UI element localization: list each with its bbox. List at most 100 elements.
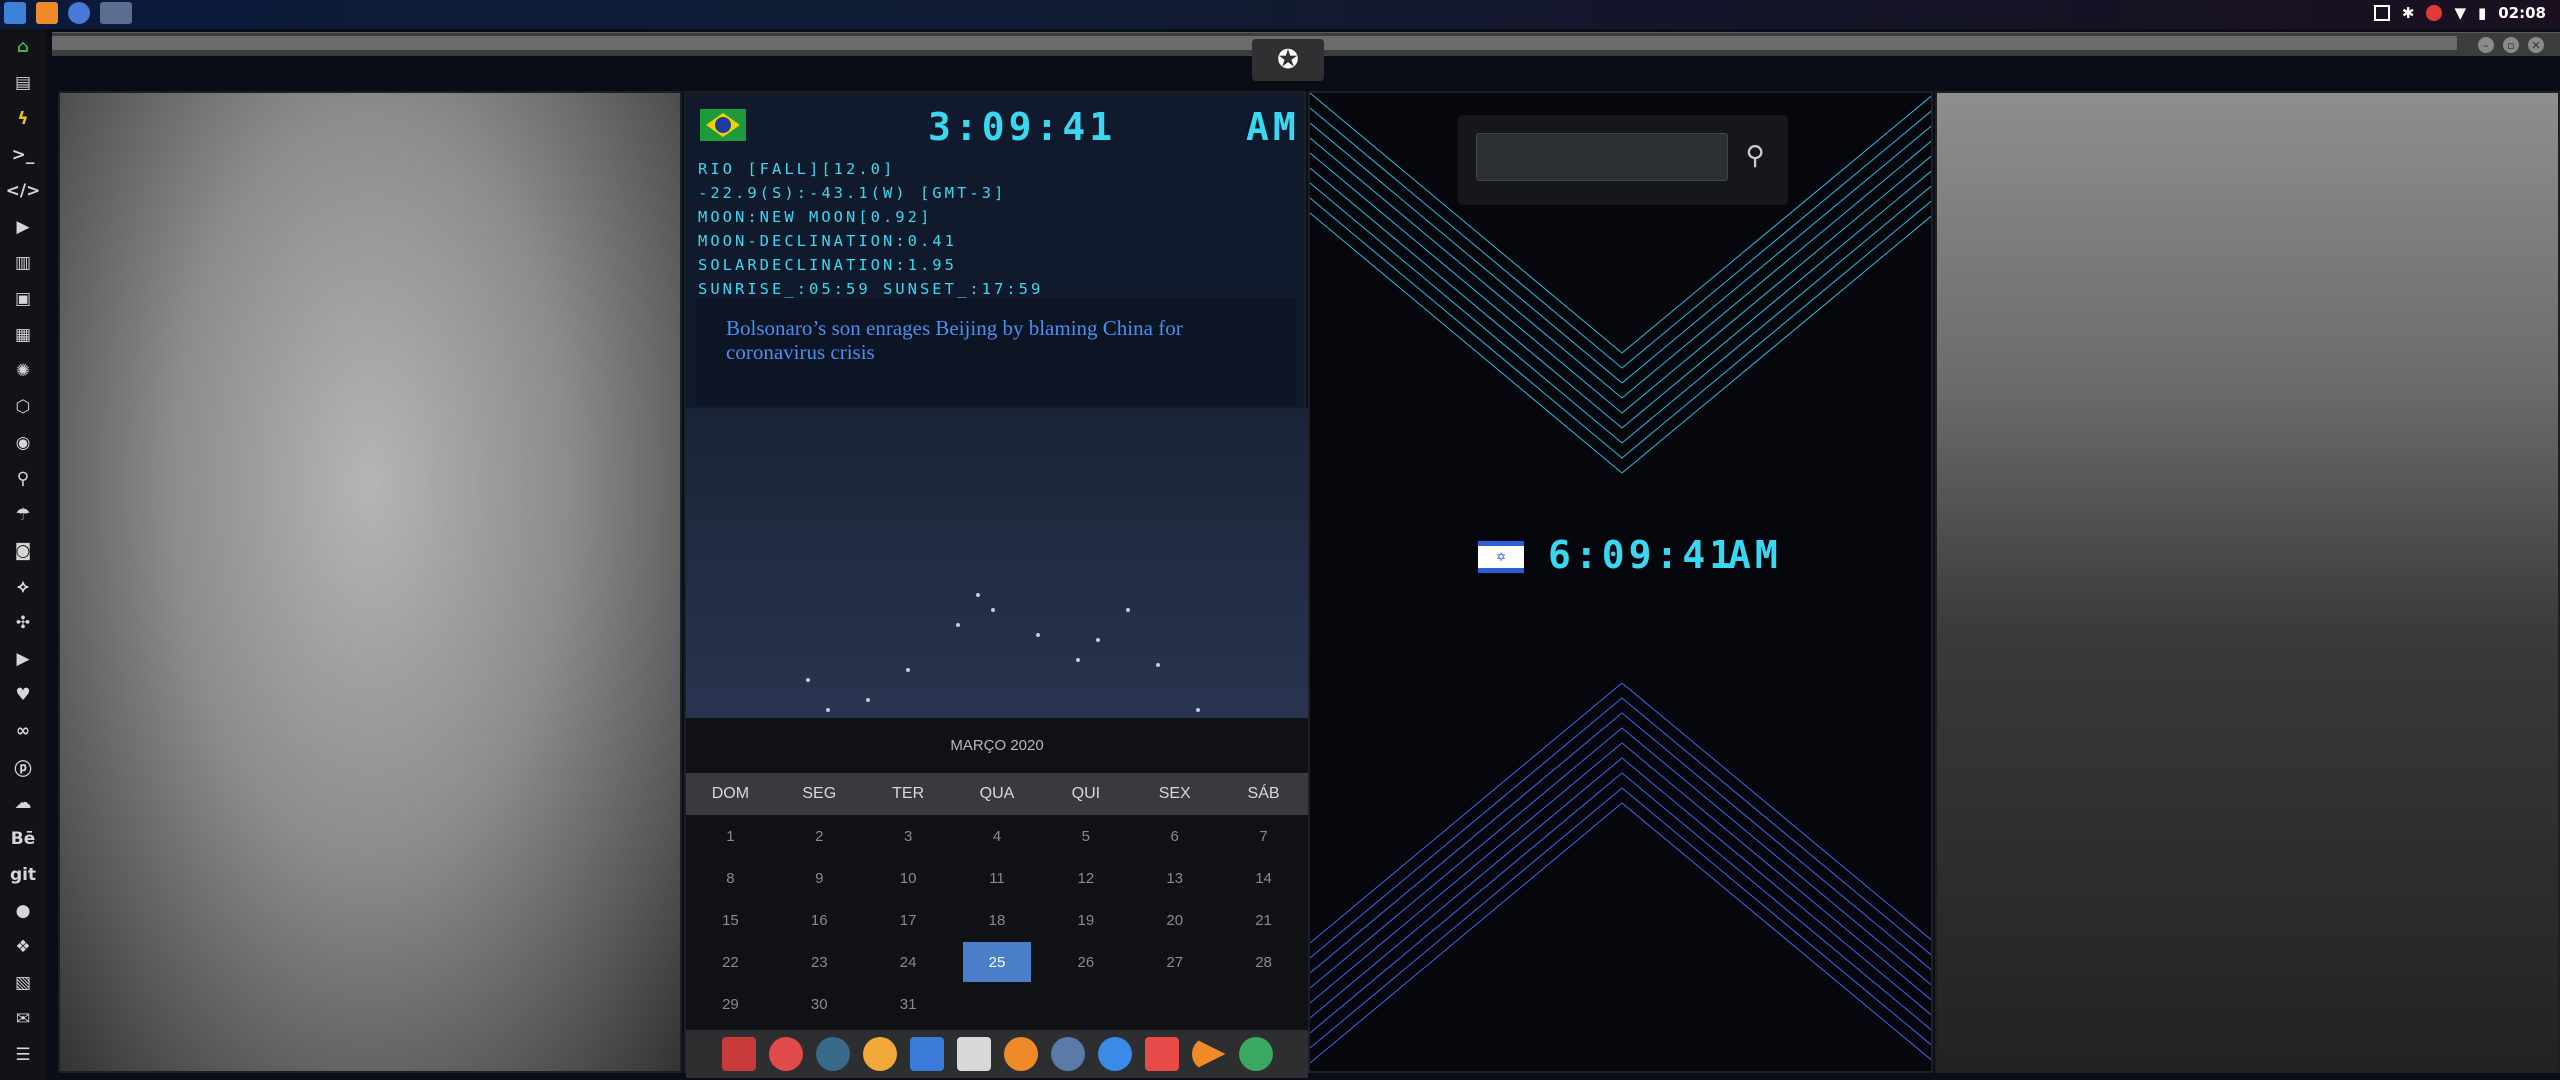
weekday: SEX [1158, 785, 1191, 802]
globe-icon[interactable] [815, 1037, 850, 1071]
calendar-day[interactable]: 7 [1219, 828, 1308, 845]
infinity-icon[interactable]: ∞ [0, 713, 46, 749]
browser-icon[interactable] [1097, 1037, 1132, 1071]
terminal-icon[interactable]: >_ [0, 137, 46, 173]
star-map: ♂ ★ [686, 408, 1308, 782]
storage-icon[interactable]: ☰ [0, 1037, 46, 1073]
document-icon[interactable]: ▤ [0, 65, 46, 101]
calendar-day[interactable]: 3 [864, 828, 953, 845]
calendar-day[interactable]: 8 [686, 870, 775, 887]
terminal-icon[interactable] [956, 1037, 991, 1071]
arrow-icon[interactable] [1191, 1037, 1226, 1071]
news-headline[interactable]: Bolsonaro’s son enrages Beijing by blami… [726, 316, 1183, 364]
clock-icon[interactable] [1050, 1037, 1085, 1071]
maximize-button[interactable]: ▫ [2503, 37, 2519, 53]
calendar-day[interactable]: 11 [953, 870, 1042, 887]
dropbox-icon[interactable]: ❖ [0, 929, 46, 965]
code-icon[interactable]: </> [0, 173, 46, 209]
weekday: SEG [802, 785, 837, 802]
search-widget: ⚲ [1458, 115, 1788, 205]
news-icon[interactable]: ▦ [0, 317, 46, 353]
brazil-time: 3:09:41 [928, 105, 1117, 149]
settings-icon[interactable]: ✺ [0, 353, 46, 389]
search-icon[interactable]: ⚲ [0, 461, 46, 497]
calendar-day[interactable]: 9 [775, 870, 864, 887]
calendar-day[interactable]: 15 [686, 912, 775, 929]
map-icon[interactable]: ▧ [0, 965, 46, 1001]
cloud-icon[interactable]: ☁ [0, 785, 46, 821]
close-button[interactable]: ✕ [2528, 37, 2544, 53]
search-icon[interactable]: ⚲ [1738, 139, 1772, 173]
calendar-day[interactable]: 13 [1130, 870, 1219, 887]
home-icon[interactable]: ⌂ [0, 29, 46, 65]
bluetooth-icon[interactable]: ✱ [2402, 4, 2415, 22]
globe-icon[interactable]: ◉ [0, 425, 46, 461]
chromium-app-icon[interactable] [68, 2, 90, 24]
news-card[interactable]: Bolsonaro’s son enrages Beijing by blami… [696, 298, 1296, 406]
calendar-day[interactable]: 18 [953, 912, 1042, 929]
contact-icon[interactable]: ◙ [0, 533, 46, 569]
hexagon-icon[interactable]: ⬡ [0, 389, 46, 425]
calendar-day[interactable]: 4 [953, 828, 1042, 845]
image-icon[interactable]: ▣ [0, 281, 46, 317]
calendar-day[interactable]: 21 [1219, 912, 1308, 929]
heart-icon[interactable]: ♥ [0, 677, 46, 713]
window-app-icon[interactable] [100, 2, 132, 24]
calendar-day[interactable]: 16 [775, 912, 864, 929]
today-highlight[interactable]: 25 [962, 942, 1032, 982]
calendar-day[interactable]: 2 [775, 828, 864, 845]
star [866, 698, 870, 702]
calendar-day[interactable]: 19 [1041, 912, 1130, 929]
expand-icon[interactable]: ✣ [0, 605, 46, 641]
github-icon[interactable]: ● [0, 893, 46, 929]
hourglass-icon[interactable] [768, 1037, 803, 1071]
translate-icon[interactable] [909, 1037, 944, 1071]
calendar-day[interactable]: 27 [1130, 954, 1219, 971]
sublime-app-icon[interactable] [36, 2, 58, 24]
calendar-day[interactable]: 1 [686, 828, 775, 845]
calendar-day[interactable]: 26 [1041, 954, 1130, 971]
search-input[interactable] [1476, 133, 1728, 181]
youtube-icon[interactable]: ▶ [0, 641, 46, 677]
calendar-day[interactable]: 14 [1219, 870, 1308, 887]
star [1076, 658, 1080, 662]
location-info: RIO [FALL][12.0] -22.9(S):-43.1(W) [GMT-… [698, 157, 1043, 301]
calendar-day[interactable]: 5 [1041, 828, 1130, 845]
yandex-icon[interactable] [1238, 1037, 1273, 1071]
magnifier-icon[interactable] [1003, 1037, 1038, 1071]
calendar-day[interactable]: 29 [686, 996, 775, 1013]
calendar-day[interactable]: 12 [1041, 870, 1130, 887]
calendar-day[interactable]: 24 [864, 954, 953, 971]
bolt-icon[interactable]: ϟ [0, 101, 46, 137]
calendar-day[interactable]: 31 [864, 996, 953, 1013]
mail-icon[interactable]: ✉ [0, 1001, 46, 1037]
calendar-day-today[interactable]: 25 [953, 942, 1042, 982]
calendar-day[interactable]: 10 [864, 870, 953, 887]
connect-icon[interactable]: ⟡ [0, 569, 46, 605]
minimize-button[interactable]: – [2478, 37, 2494, 53]
git-icon[interactable]: git [0, 857, 46, 893]
wifi-icon[interactable]: ▼ [2454, 4, 2466, 22]
calendar-day[interactable]: 28 [1219, 954, 1308, 971]
bug-icon[interactable] [2426, 5, 2443, 21]
pinterest-icon[interactable]: ⓟ [0, 749, 46, 785]
calendar-day[interactable]: 17 [864, 912, 953, 929]
star [1036, 633, 1040, 637]
dock-app-icon[interactable] [721, 1037, 756, 1071]
calendar-day[interactable]: 22 [686, 954, 775, 971]
weekday: TER [892, 785, 925, 802]
behance-icon[interactable]: Bē [0, 821, 46, 857]
calendar-day[interactable]: 20 [1130, 912, 1219, 929]
calendar-day[interactable]: 23 [775, 954, 864, 971]
photos-icon[interactable] [862, 1037, 897, 1071]
calendar-day[interactable]: 6 [1130, 828, 1219, 845]
battery-icon[interactable]: ▮ [2478, 4, 2486, 22]
umbrella-icon[interactable]: ☂ [0, 497, 46, 533]
files-app-icon[interactable] [4, 2, 26, 24]
calendar-day[interactable]: 30 [775, 996, 864, 1013]
image-tray-icon[interactable] [2373, 5, 2390, 21]
files-icon[interactable]: ▥ [0, 245, 46, 281]
play-icon[interactable]: ▶ [0, 209, 46, 245]
system-clock[interactable]: 02:08 [2498, 4, 2546, 22]
calendar-icon[interactable] [1144, 1037, 1179, 1071]
